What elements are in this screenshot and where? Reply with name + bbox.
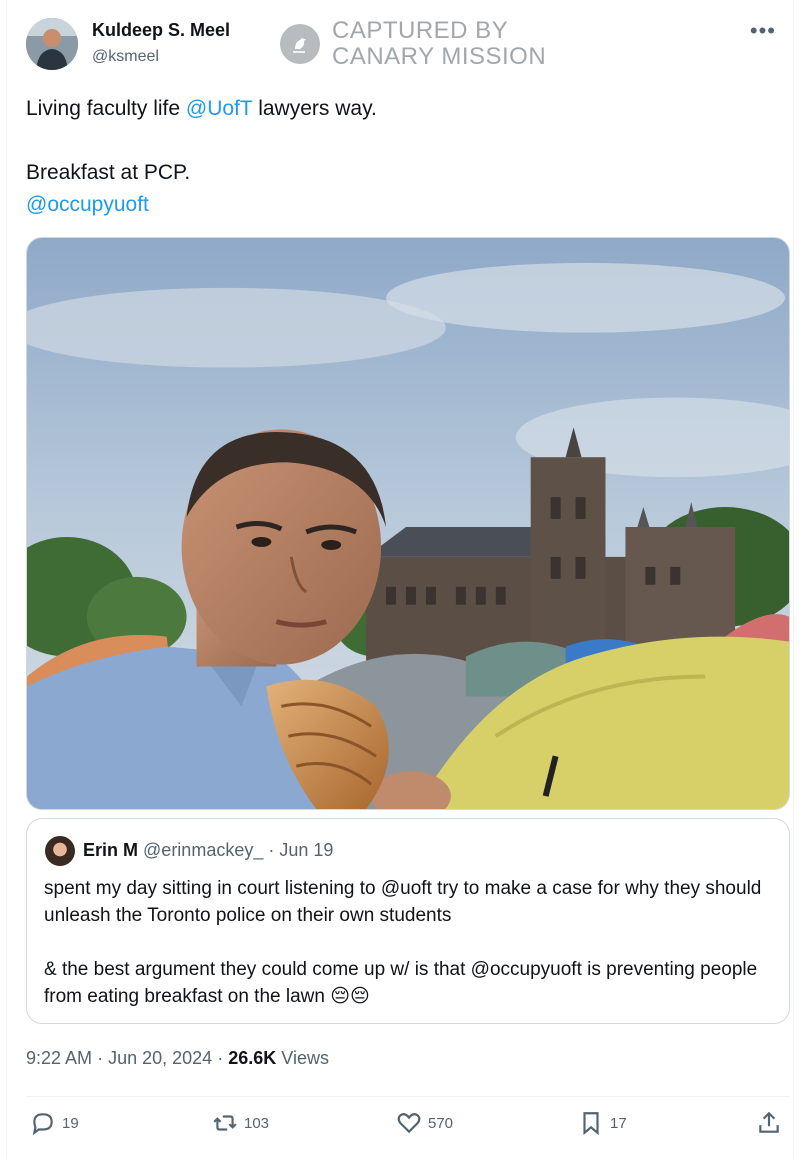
- quoted-author-handle: @erinmackey_: [143, 840, 264, 860]
- quoted-tweet-text: spent my day sitting in court listening …: [44, 875, 774, 1010]
- author-avatar[interactable]: [26, 18, 78, 70]
- reply-icon: [32, 1113, 53, 1136]
- tweet-meta: 9:22 AM · Jun 20, 2024 · 26.6K Views: [26, 1048, 329, 1069]
- repost-count: 103: [244, 1114, 270, 1132]
- views-label: Views: [281, 1048, 329, 1068]
- more-options-icon[interactable]: •••: [750, 18, 776, 44]
- tweet-line-1: Living faculty life @UofT lawyers way.: [26, 93, 766, 125]
- canary-bird-icon: [280, 24, 320, 64]
- tweet-line-2: Breakfast at PCP.: [26, 161, 191, 184]
- quoted-author-avatar: [45, 836, 75, 866]
- quoted-author-name: Erin M: [83, 840, 139, 860]
- views-count: 26.6K: [228, 1048, 277, 1068]
- watermark-line-1: CAPTURED BY: [332, 17, 509, 44]
- mention-uoft[interactable]: @UofT: [186, 97, 252, 120]
- repost-button[interactable]: 103: [212, 1110, 269, 1136]
- meta-separator-2: ·: [217, 1048, 224, 1068]
- tweet-line-1-prefix: Living faculty life: [26, 97, 186, 120]
- meta-separator: ·: [97, 1048, 104, 1068]
- divider: [26, 1096, 790, 1097]
- mention-occupyuoft[interactable]: @occupyuoft: [26, 193, 149, 216]
- heart-icon: [397, 1113, 421, 1134]
- bookmark-icon: [583, 1112, 599, 1136]
- watermark: CAPTURED BY CANARY MISSION: [280, 18, 546, 70]
- bookmark-button[interactable]: 17: [578, 1110, 627, 1136]
- share-button[interactable]: [756, 1110, 782, 1136]
- like-count: 570: [428, 1114, 454, 1132]
- reply-count: 19: [62, 1114, 79, 1132]
- bookmark-count: 17: [610, 1114, 627, 1132]
- quoted-tweet-header: Erin M @erinmackey_ · Jun 19: [83, 840, 333, 861]
- tweet-date[interactable]: Jun 20, 2024: [108, 1048, 212, 1068]
- quoted-paragraph-1: spent my day sitting in court listening …: [44, 878, 762, 926]
- like-button[interactable]: 570: [396, 1110, 453, 1136]
- watermark-line-2: CANARY MISSION: [332, 43, 547, 70]
- author-name[interactable]: Kuldeep S. Meel: [92, 20, 230, 41]
- quoted-paragraph-2: & the best argument they could come up w…: [44, 959, 758, 1007]
- share-icon: [759, 1111, 779, 1133]
- tweet-text: Living faculty life @UofT lawyers way. B…: [26, 93, 766, 221]
- author-handle[interactable]: @ksmeel: [92, 48, 159, 66]
- repost-icon: [213, 1115, 237, 1131]
- tweet-photo[interactable]: [26, 237, 790, 810]
- reply-button[interactable]: 19: [30, 1110, 79, 1136]
- tweet-time[interactable]: 9:22 AM: [26, 1048, 92, 1068]
- action-bar: 19 103 570 17: [30, 1110, 790, 1146]
- quoted-separator: ·: [268, 840, 275, 860]
- tweet-line-1-suffix: lawyers way.: [252, 97, 377, 120]
- quoted-date: Jun 19: [279, 840, 334, 860]
- quoted-tweet[interactable]: Erin M @erinmackey_ · Jun 19 spent my da…: [26, 818, 790, 1024]
